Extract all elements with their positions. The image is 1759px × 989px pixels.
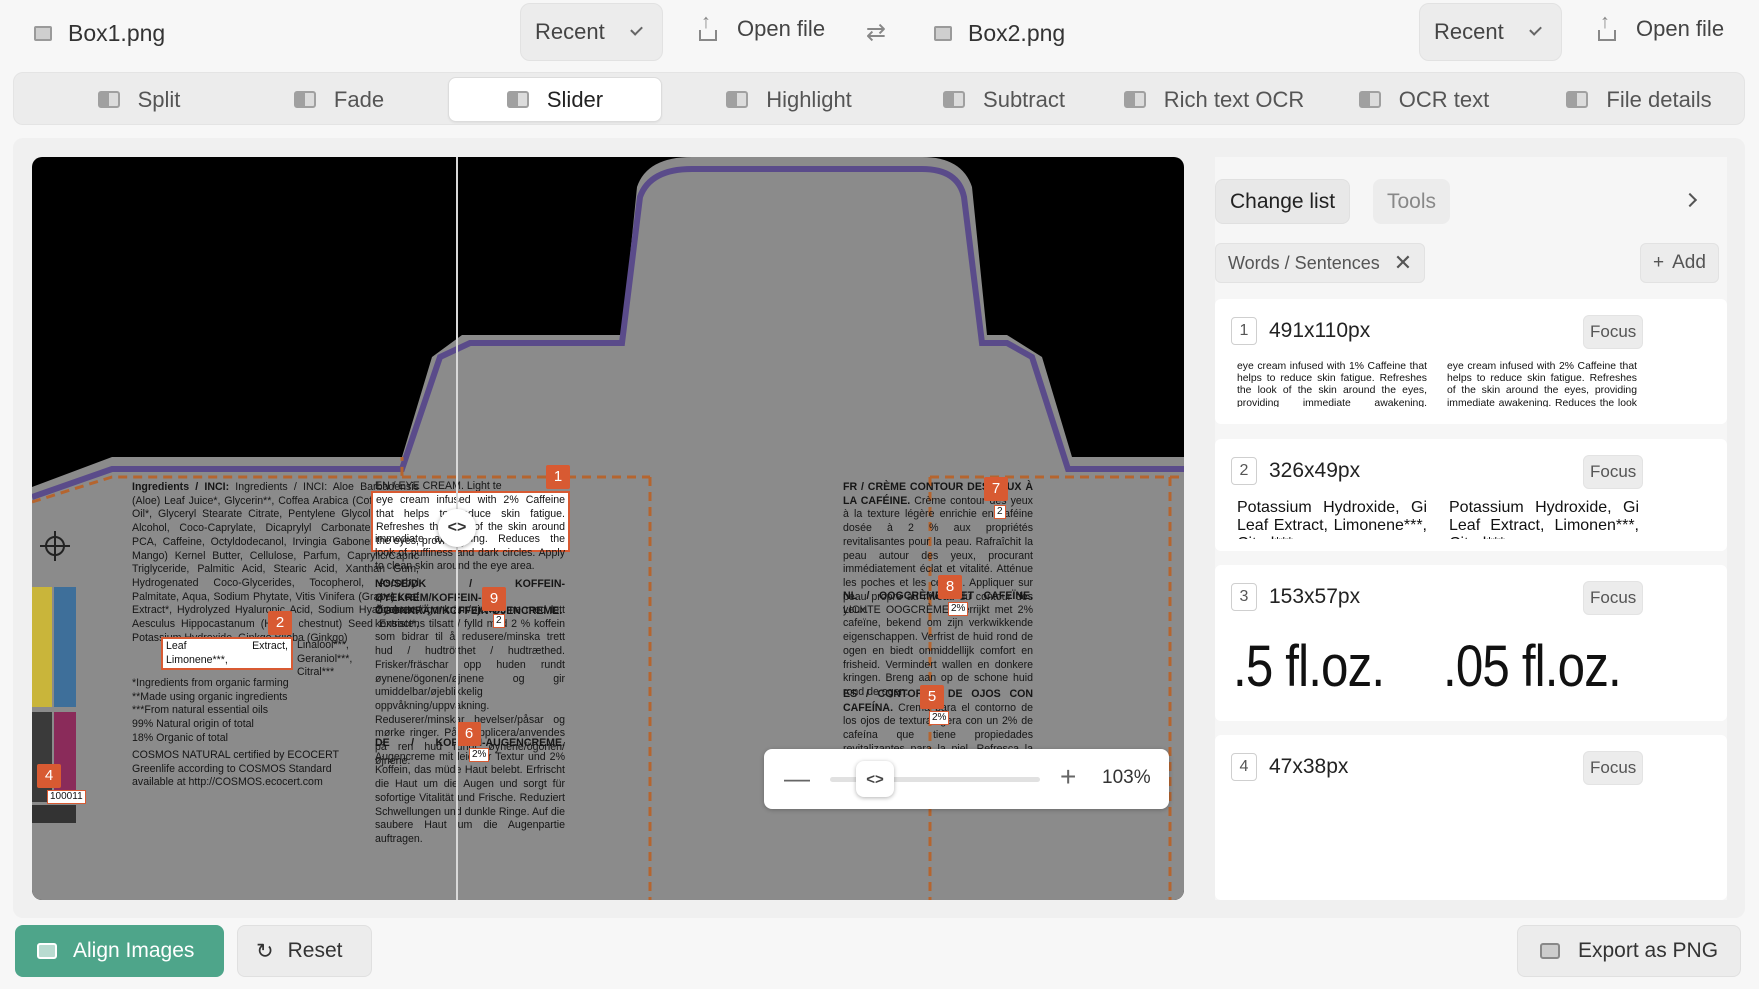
export-png-button[interactable]: Export as PNG (1517, 925, 1741, 977)
change-box-4[interactable]: 100011 (47, 790, 86, 804)
zoom-control: — <> + 103% (764, 749, 1169, 809)
chevron-down-icon (1528, 22, 1542, 36)
left-open-file-button[interactable]: Open file (697, 11, 825, 42)
fade-icon (293, 91, 316, 108)
left-file-name: Box1.png (34, 20, 165, 47)
tab-rich-text-ocr[interactable]: Rich text OCR (1114, 77, 1314, 122)
image-icon (1540, 943, 1560, 959)
change-box-7[interactable]: 2 (994, 505, 1006, 519)
right-recent-dropdown[interactable]: Recent (1419, 3, 1562, 61)
focus-button[interactable]: Focus (1583, 455, 1644, 489)
change-card-2[interactable]: 2 326x49px Focus Potassium Hydroxide, Gi… (1215, 439, 1727, 551)
change-preview-left: .5 fl.oz. (1233, 634, 1385, 699)
change-card-4[interactable]: 4 47x38px Focus (1215, 735, 1727, 900)
zoom-level: 103% (1102, 767, 1151, 788)
image-icon (34, 26, 52, 41)
tab-subtract[interactable]: Subtract (914, 77, 1094, 122)
changes-panel: Change list Tools Words / Sentences ✕ + … (1215, 157, 1727, 900)
change-preview-left: Potassium Hydroxide, Gi Leaf Extract, Li… (1237, 499, 1427, 539)
change-box-9[interactable]: 2 (493, 614, 505, 628)
change-card-1[interactable]: 1 491x110px Focus eye cream infused with… (1215, 299, 1727, 424)
change-marker-7[interactable]: 7 (984, 477, 1008, 501)
align-icon (37, 943, 57, 959)
tab-highlight[interactable]: Highlight (694, 77, 884, 122)
close-icon[interactable]: ✕ (1394, 250, 1412, 276)
upload-icon (697, 11, 719, 41)
change-card-3[interactable]: 3 153x57px Focus .5 fl.oz. .05 fl.oz. (1215, 565, 1727, 721)
change-preview-right: eye cream infused with 2% Caffeine that … (1447, 361, 1637, 407)
highlight-icon (726, 91, 749, 108)
change-marker-1[interactable]: 1 (546, 465, 570, 489)
zoom-in-button[interactable]: + (1060, 761, 1076, 793)
chevron-right-icon[interactable] (1682, 192, 1698, 208)
view-mode-tabs: Split Fade Slider Highlight Subtract Ric… (13, 72, 1745, 125)
tab-tools[interactable]: Tools (1373, 179, 1451, 224)
change-marker-2[interactable]: 2 (268, 611, 292, 635)
tab-file-details[interactable]: File details (1554, 77, 1724, 122)
tab-change-list[interactable]: Change list (1215, 179, 1351, 224)
right-file-name: Box2.png (934, 20, 1065, 47)
zoom-out-button[interactable]: — (784, 763, 810, 794)
footnotes: *Ingredients from organic farming **Made… (132, 677, 289, 744)
filter-chip-words-sentences[interactable]: Words / Sentences ✕ (1215, 243, 1426, 283)
split-icon (97, 91, 120, 108)
change-box-8[interactable]: 2% (948, 602, 969, 616)
nl-text: NL / OOGCRÈME MET CAFEÏNE. LICHTE OOGCRÈ… (843, 590, 1033, 698)
change-highlight-2[interactable]: Leaf Extract, Limonene***, (161, 637, 293, 671)
tab-ocr-text[interactable]: OCR text (1344, 77, 1504, 122)
comparison-viewer[interactable]: Ingredients / INCI: Ingredients / INCI: … (32, 157, 1184, 900)
focus-button[interactable]: Focus (1583, 581, 1644, 615)
image-icon (934, 26, 952, 41)
change-marker-9[interactable]: 9 (482, 587, 506, 611)
slider-handle[interactable]: <> (438, 509, 476, 547)
zoom-slider-handle[interactable]: <> (856, 761, 894, 797)
right-open-file-button[interactable]: Open file (1596, 11, 1724, 42)
left-recent-dropdown[interactable]: Recent (520, 3, 663, 61)
filter-row: Words / Sentences ✕ + Add (1215, 243, 1727, 291)
subtract-icon (943, 91, 966, 108)
slider-icon (506, 91, 529, 108)
file-details-icon (1566, 91, 1589, 108)
change-marker-4[interactable]: 4 (37, 764, 61, 788)
change-box-5[interactable]: 2% (929, 711, 950, 725)
change-preview-right: .05 fl.oz. (1443, 634, 1622, 699)
focus-button[interactable]: Focus (1583, 315, 1644, 349)
cosmos-certification: COSMOS NATURAL certified by ECOCERT Gree… (132, 749, 339, 789)
plus-icon: + (1653, 252, 1665, 273)
change-preview-left: eye cream infused with 1% Caffeine that … (1237, 361, 1427, 407)
add-filter-button[interactable]: + Add (1640, 243, 1719, 283)
change-marker-6[interactable]: 6 (457, 722, 481, 746)
tab-slider[interactable]: Slider (448, 77, 662, 122)
swap-icon[interactable]: ⇄ (866, 18, 886, 47)
file-bar: Box1.png Recent Open file ⇄ Box2.png Rec… (0, 0, 1759, 66)
change-marker-5[interactable]: 5 (920, 685, 944, 709)
ingredients-tail: Linalool***, Geraniol***, Citral*** (297, 639, 353, 679)
ocr-text-icon (1358, 91, 1381, 108)
upload-icon (1596, 11, 1618, 41)
reset-button[interactable]: ↻ Reset (237, 925, 372, 977)
tab-fade[interactable]: Fade (254, 77, 424, 122)
chevron-down-icon (629, 22, 643, 36)
change-preview-right: Potassium Hydroxide, Gi Leaf Extract, Li… (1449, 499, 1639, 539)
change-marker-8[interactable]: 8 (938, 575, 962, 599)
reset-icon: ↻ (256, 939, 274, 963)
main-panel: Ingredients / INCI: Ingredients / INCI: … (13, 138, 1745, 918)
tab-split[interactable]: Split (54, 77, 224, 122)
focus-button[interactable]: Focus (1583, 751, 1644, 785)
change-box-6[interactable]: 2% (469, 748, 490, 762)
align-images-button[interactable]: Align Images (15, 925, 224, 977)
rich-text-ocr-icon (1123, 91, 1146, 108)
